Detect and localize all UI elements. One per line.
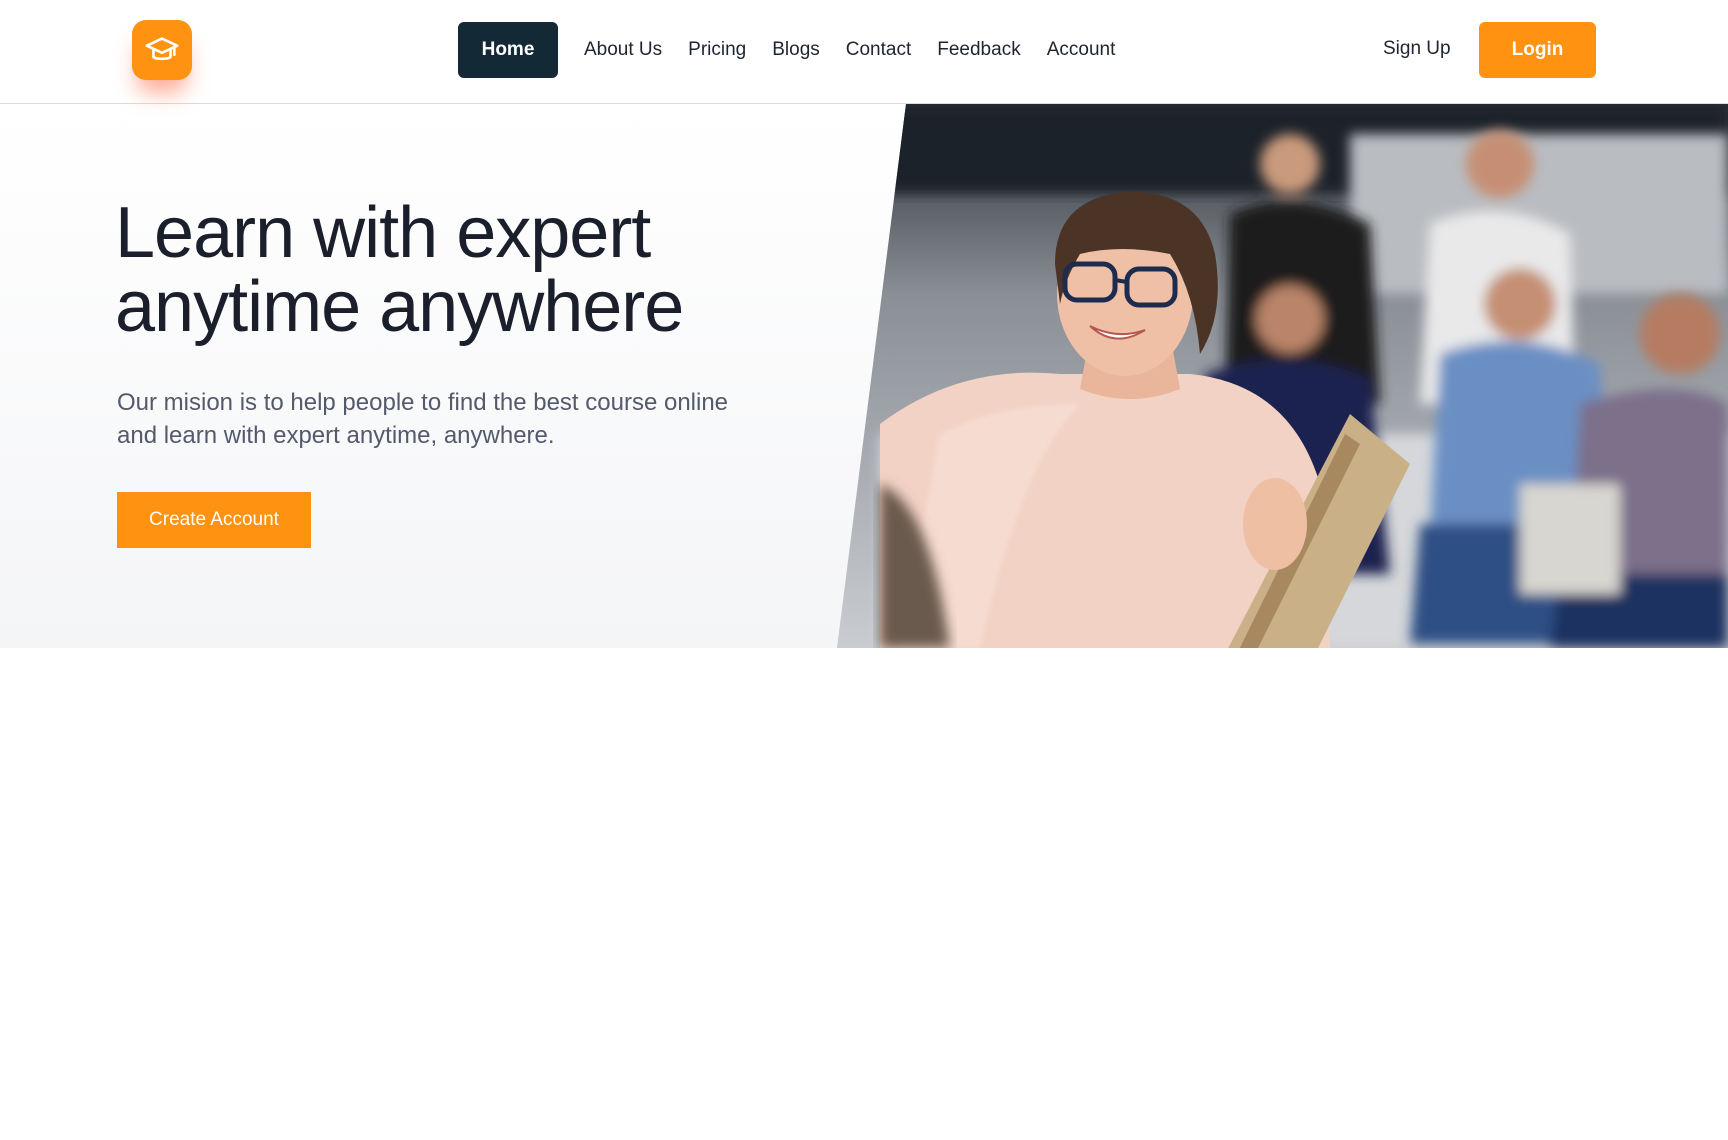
headline-line-2: anytime anywhere: [115, 267, 684, 347]
hero-headline: Learn with expert anytime anywhere: [115, 196, 835, 344]
main-nav: Home About Us Pricing Blogs Contact Feed…: [458, 22, 1141, 78]
graduation-cap-icon: [145, 37, 179, 61]
site-header: Home About Us Pricing Blogs Contact Feed…: [0, 0, 1728, 104]
logo[interactable]: [132, 20, 192, 80]
create-account-button[interactable]: Create Account: [117, 492, 311, 548]
nav-contact[interactable]: Contact: [846, 39, 911, 61]
sign-up-link[interactable]: Sign Up: [1383, 38, 1451, 60]
subtext-line-2: and learn with expert anytime, anywhere.: [117, 422, 555, 449]
nav-about-us[interactable]: About Us: [584, 39, 662, 61]
headline-line-1: Learn with expert: [115, 193, 651, 273]
hero-image: [837, 104, 1728, 648]
nav-blogs[interactable]: Blogs: [772, 39, 820, 61]
nav-account[interactable]: Account: [1047, 39, 1116, 61]
hero-section: Learn with expert anytime anywhere Our m…: [0, 104, 1728, 648]
login-button[interactable]: Login: [1479, 22, 1596, 78]
nav-pricing[interactable]: Pricing: [688, 39, 746, 61]
subtext-line-1: Our mision is to help people to find the…: [117, 389, 729, 416]
nav-feedback[interactable]: Feedback: [937, 39, 1020, 61]
nav-home[interactable]: Home: [458, 22, 558, 78]
hero-subtext: Our mision is to help people to find the…: [117, 386, 797, 452]
